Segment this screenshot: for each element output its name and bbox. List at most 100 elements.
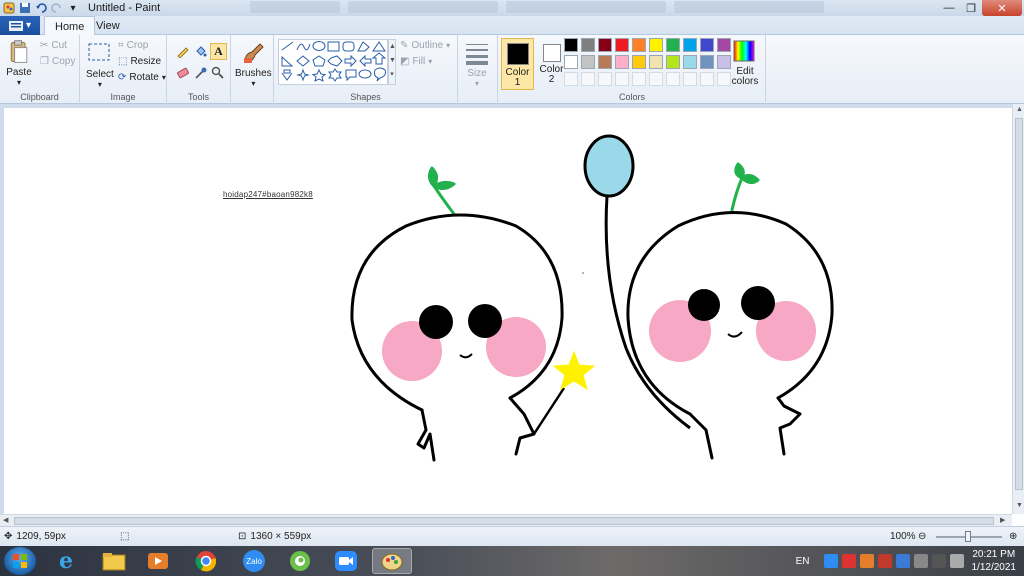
copy-button[interactable]: ❐ Copy (40, 56, 75, 67)
tab-view[interactable]: View (86, 16, 130, 36)
palette-swatch-empty[interactable] (649, 72, 663, 86)
size-button[interactable]: Size ▾ (464, 40, 490, 88)
system-clock[interactable]: 20:21 PM 1/12/2021 (972, 548, 1017, 574)
edit-colors-button[interactable]: Edit colors (730, 39, 760, 87)
palette-swatch-empty[interactable] (615, 72, 629, 86)
minimize-button[interactable]: — (938, 0, 960, 16)
palette-swatch[interactable] (598, 38, 612, 52)
fill-button[interactable]: ◩ Fill ▾ (400, 56, 432, 67)
media-icon[interactable] (138, 548, 178, 574)
palette-swatch[interactable] (564, 55, 578, 69)
ie-icon[interactable]: e (46, 548, 86, 574)
palette-swatch[interactable] (598, 55, 612, 69)
crop-button[interactable]: ⌗ Crop (118, 40, 148, 51)
palette-swatch[interactable] (700, 55, 714, 69)
rotate-button[interactable]: ⟳ Rotate ▾ (118, 72, 166, 83)
file-menu-button[interactable]: ▾ (0, 16, 40, 35)
palette-swatch-empty[interactable] (564, 72, 578, 86)
save-icon[interactable] (18, 2, 32, 14)
palette-swatch[interactable] (649, 55, 663, 69)
vertical-scroll-thumb[interactable] (1015, 118, 1023, 490)
brushes-button[interactable]: Brushes ▾ (235, 40, 272, 88)
palette-swatch[interactable] (615, 55, 629, 69)
speaker-tray-icon[interactable] (877, 554, 892, 568)
undo-icon[interactable] (34, 2, 48, 14)
customize-qat-icon[interactable]: ▾ (66, 2, 80, 14)
palette-swatch[interactable] (564, 38, 578, 52)
paint-app-icon[interactable] (2, 2, 16, 14)
explorer-icon[interactable] (94, 548, 134, 574)
cursor-position: ✥ 1209, 59px (4, 531, 66, 542)
tray-app-icon[interactable] (859, 554, 874, 568)
drawing-canvas[interactable]: hoidap247#baoan982k8 (4, 108, 1012, 514)
palette-swatch-empty[interactable] (632, 72, 646, 86)
maximize-button[interactable]: ❐ (960, 0, 982, 16)
color2-swatch (542, 44, 561, 62)
palette-swatch[interactable] (717, 55, 731, 69)
zoom-slider-thumb[interactable] (965, 531, 971, 542)
start-button[interactable] (4, 547, 36, 575)
palette-swatch[interactable] (666, 38, 680, 52)
zalo-icon[interactable]: Zalo (234, 548, 274, 574)
palette-swatch[interactable] (700, 38, 714, 52)
redo-icon[interactable] (50, 2, 64, 14)
palette-swatch[interactable] (666, 55, 680, 69)
resize-icon: ⬚ (118, 56, 128, 67)
palette-swatch[interactable] (649, 38, 663, 52)
outline-button[interactable]: ✎ Outline ▾ (400, 40, 450, 51)
display-tray-icon[interactable] (931, 554, 946, 568)
close-button[interactable]: ✕ (982, 0, 1022, 16)
palette-swatch-empty[interactable] (666, 72, 680, 86)
palette-swatch-empty[interactable] (717, 72, 731, 86)
shapes-scroll[interactable]: ▲ ▼ ▾ (388, 39, 396, 85)
volume-icon[interactable] (949, 554, 964, 568)
zoom-app-icon[interactable] (326, 548, 366, 574)
brushes-group: Brushes ▾ (231, 35, 274, 104)
resize-button[interactable]: ⬚ Resize (118, 56, 161, 67)
palette-swatch[interactable] (683, 38, 697, 52)
horizontal-scroll-thumb[interactable] (14, 517, 994, 525)
palette-swatch[interactable] (581, 55, 595, 69)
fill-bucket-icon[interactable] (193, 44, 208, 59)
right-eye-left (688, 289, 720, 321)
vertical-scrollbar[interactable]: ▲ ▼ (1012, 104, 1024, 514)
palette-swatch[interactable] (717, 38, 731, 52)
action-center-icon[interactable] (913, 554, 928, 568)
window-title: Untitled - Paint (88, 2, 161, 14)
select-button[interactable]: Select ▾ (86, 41, 114, 89)
select-dropdown-icon[interactable]: ▾ (98, 80, 102, 89)
paste-button[interactable]: Paste ▾ (6, 39, 32, 87)
pencil-icon[interactable] (175, 44, 190, 59)
palette-swatch[interactable] (581, 38, 595, 52)
palette-swatch-empty[interactable] (581, 72, 595, 86)
zoom-in-button[interactable]: ⊕ (1009, 531, 1017, 542)
palette-swatch[interactable] (683, 55, 697, 69)
color1-button[interactable]: Color 1 (501, 38, 534, 90)
horizontal-scrollbar[interactable]: ◀ ▶ (0, 514, 1012, 526)
color-picker-icon[interactable] (193, 65, 208, 80)
cut-button[interactable]: ✂ Cut (40, 40, 67, 51)
antivirus-tray-icon[interactable] (841, 554, 856, 568)
paste-dropdown-icon[interactable]: ▾ (17, 78, 21, 87)
palette-swatch[interactable] (632, 55, 646, 69)
selection-icon: ⬚ (120, 531, 130, 542)
language-indicator[interactable]: EN (796, 556, 810, 567)
chrome-icon[interactable] (186, 548, 226, 574)
magnifier-icon[interactable] (210, 65, 225, 80)
palette-swatch[interactable] (632, 38, 646, 52)
color1-swatch (506, 43, 529, 65)
text-tool-icon[interactable]: A (210, 43, 227, 60)
palette-swatch-empty[interactable] (598, 72, 612, 86)
palette-swatch[interactable] (615, 38, 629, 52)
six-point-star-shape-icon (328, 68, 342, 82)
palette-swatch-empty[interactable] (683, 72, 697, 86)
eraser-icon[interactable] (175, 65, 190, 80)
paint-taskbar-icon[interactable] (372, 548, 412, 574)
brushes-dropdown-icon[interactable]: ▾ (251, 79, 255, 88)
zalo-tray-icon[interactable] (823, 554, 838, 568)
zoom-out-button[interactable]: ⊖ (918, 531, 926, 542)
coccoc-icon[interactable] (280, 548, 320, 574)
network-tray-icon[interactable] (895, 554, 910, 568)
shapes-gallery[interactable] (278, 39, 388, 85)
palette-swatch-empty[interactable] (700, 72, 714, 86)
